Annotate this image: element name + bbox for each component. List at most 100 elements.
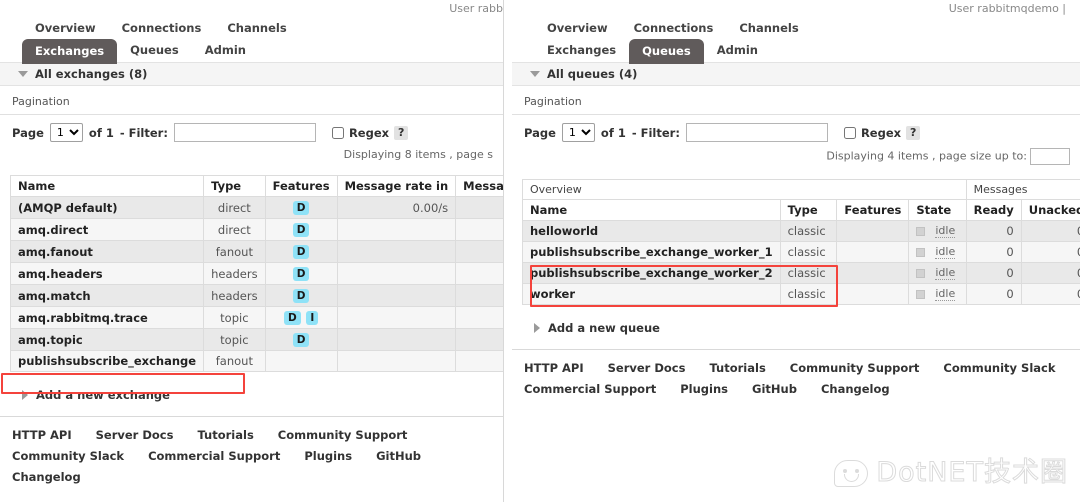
th-message-rate-in[interactable]: Message rate in [336,175,457,197]
filter-input-left[interactable] [173,123,316,142]
displaying-label-right: Displaying 4 items , page size up to: [826,149,1027,163]
pagination-heading-right: Pagination [524,95,582,108]
th-type[interactable]: Type [203,175,266,197]
cell-q-state: idle [908,220,967,242]
page-select-left[interactable]: 1 [49,123,83,142]
table-row[interactable]: worker classic idle 0 0 [522,283,1080,305]
footer-link-community-support[interactable]: Community Support [278,425,408,446]
nav-connections-left[interactable]: Connections [109,17,215,39]
cell-q-name[interactable]: worker [522,283,781,305]
table-row[interactable]: amq.rabbitmq.trace topic D I [9,306,503,329]
nav-admin-left[interactable]: Admin [192,39,259,61]
panel-separator [504,0,512,502]
th-q-state[interactable]: State [908,199,967,221]
th-q-type[interactable]: Type [779,199,838,221]
table-row[interactable]: amq.match headers D [9,284,503,307]
footer-link-server-docs[interactable]: Server Docs [608,358,686,379]
cell-rate-in [336,284,457,307]
footer-link-http-api[interactable]: HTTP API [524,358,584,379]
footer-link-changelog[interactable]: Changelog [12,467,81,488]
cell-features [264,350,338,372]
watermark-text: DotNET技术圈 [876,457,1068,488]
page-size-input-right[interactable] [1030,148,1070,165]
smile-icon [844,473,860,482]
cell-name[interactable]: amq.match [9,284,205,307]
table-row[interactable]: publishsubscribe_exchange_worker_2 class… [522,262,1080,284]
th-q-name[interactable]: Name [522,199,781,221]
th-q-unacked[interactable]: Unacked [1020,199,1080,221]
nav-exchanges-left[interactable]: Exchanges [22,39,118,64]
cell-type: topic [203,306,266,329]
footer-link-community-slack[interactable]: Community Slack [943,358,1055,379]
th-features: Features [264,175,338,197]
footer-link-tutorials[interactable]: Tutorials [197,425,253,446]
nav-exchanges-right[interactable]: Exchanges [534,39,629,61]
nav-queues-right[interactable]: Queues [629,39,704,64]
footer-link-server-docs[interactable]: Server Docs [96,425,174,446]
regex-help-icon-left[interactable]: ? [394,125,409,140]
footer-link-commercial-support[interactable]: Commercial Support [148,446,280,467]
cell-name[interactable]: amq.topic [9,328,205,351]
cell-features: D [264,196,338,219]
filter-input-right[interactable] [685,123,828,142]
cell-rate-out [455,240,503,263]
footer-link-community-slack[interactable]: Community Slack [12,446,124,467]
all-exchanges-section-header[interactable]: All exchanges (8) [0,62,503,86]
footer-link-github[interactable]: GitHub [752,379,797,400]
footer-link-plugins[interactable]: Plugins [680,379,728,400]
table-row[interactable]: publishsubscribe_exchange fanout [9,350,503,372]
table-row[interactable]: amq.fanout fanout D [9,240,503,263]
table-row[interactable]: (AMQP default) direct D 0.00/s 0.00/s [9,196,503,219]
nav-overview-left[interactable]: Overview [22,17,109,39]
nav-queues-left[interactable]: Queues [117,39,192,61]
footer-link-changelog[interactable]: Changelog [821,379,890,400]
table-row[interactable]: amq.direct direct D [9,218,503,241]
cell-name[interactable]: (AMQP default) [9,196,205,219]
nav-channels-right[interactable]: Channels [726,17,811,39]
table-row[interactable]: amq.topic topic D [9,328,503,351]
cell-name[interactable]: amq.direct [9,218,205,241]
footer-link-plugins[interactable]: Plugins [304,446,352,467]
queues-header-row: Name Type Features State Ready Unacked T… [522,199,1080,221]
nav-row-primary-left: Overview Connections Channels [10,16,493,39]
status-square-icon [916,247,926,257]
regex-label-right: Regex [860,125,902,140]
footer-link-http-api[interactable]: HTTP API [12,425,72,446]
cell-name[interactable]: amq.fanout [9,240,205,263]
feature-badge-durable: D [292,201,310,215]
page-select-right[interactable]: 1 [561,123,595,142]
th-q-ready[interactable]: Ready [965,199,1022,221]
cell-rate-in [336,306,457,329]
nav-admin-right[interactable]: Admin [704,39,771,61]
th-name[interactable]: Name [9,175,205,197]
pagination-controls-left: Page 1 of 1 - Filter: Regex ? [10,115,493,142]
cell-name[interactable]: amq.rabbitmq.trace [9,306,205,329]
table-row[interactable]: publishsubscribe_exchange_worker_1 class… [522,241,1080,263]
all-queues-title: All queues (4) [547,67,638,81]
footer-link-community-support[interactable]: Community Support [790,358,920,379]
cell-name[interactable]: amq.headers [9,262,205,285]
footer-link-github[interactable]: GitHub [376,446,421,467]
cell-rate-in [336,218,457,241]
cell-name[interactable]: publishsubscribe_exchange [9,350,205,372]
cell-q-name[interactable]: publishsubscribe_exchange_worker_2 [522,262,781,284]
all-queues-section-header[interactable]: All queues (4) [512,62,1080,86]
state-indicator: idle [916,287,958,301]
feature-badge-durable: D [283,311,301,325]
add-new-queue[interactable]: Add a new queue [522,321,1070,335]
nav-overview-right[interactable]: Overview [534,17,621,39]
cell-q-name[interactable]: publishsubscribe_exchange_worker_1 [522,241,781,263]
queues-panel: User rabbitmqdemo | Overview Connections… [512,0,1080,502]
nav-connections-right[interactable]: Connections [621,17,727,39]
nav-channels-left[interactable]: Channels [214,17,299,39]
table-row[interactable]: helloworld classic idle 0 0 [522,220,1080,242]
footer-link-tutorials[interactable]: Tutorials [709,358,765,379]
regex-help-icon-right[interactable]: ? [906,125,921,140]
regex-checkbox-left[interactable] [331,126,344,139]
footer-link-commercial-support[interactable]: Commercial Support [524,379,656,400]
table-row[interactable]: amq.headers headers D [9,262,503,285]
add-new-exchange[interactable]: Add a new exchange [10,388,493,402]
cell-q-name[interactable]: helloworld [522,220,781,242]
th-message-rate-out[interactable]: Message rate out [455,175,503,197]
regex-checkbox-right[interactable] [843,126,856,139]
